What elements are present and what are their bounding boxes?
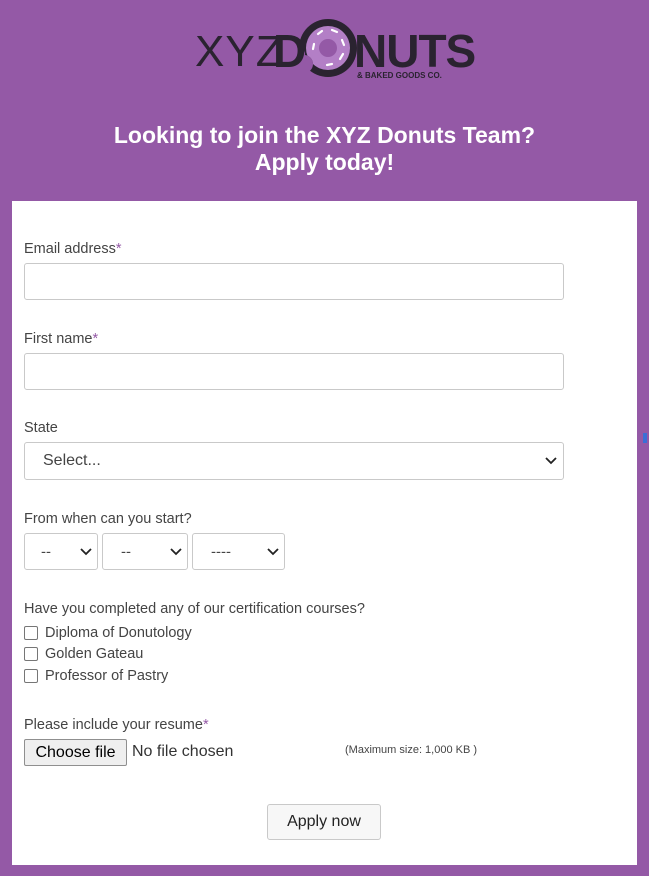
state-select-value: Select... — [43, 452, 101, 469]
certification-option-label: Professor of Pastry — [45, 668, 169, 684]
donut-icon — [299, 19, 357, 77]
chevron-down-icon — [170, 547, 182, 555]
choose-file-button[interactable]: Choose file — [24, 739, 127, 766]
logo-nuts-text: NUTS — [354, 25, 476, 77]
resume-label-text: Please include your resume — [24, 717, 203, 733]
first-name-label-text: First name — [24, 331, 93, 347]
company-logo: XYZ D NUTS & BAKED GOODS CO. — [195, 16, 476, 82]
start-day-value: -- — [41, 543, 51, 560]
application-form: Email address* First name* State Select.… — [12, 201, 637, 865]
resume-required-mark: * — [202, 717, 209, 733]
checkbox[interactable] — [24, 626, 38, 640]
email-label-text: Email address — [24, 241, 116, 257]
resume-label: Please include your resume* — [24, 717, 209, 733]
certification-option-golden-gateau[interactable]: Golden Gateau — [24, 645, 143, 663]
file-status-text: No file chosen — [132, 743, 234, 760]
first-name-label: First name* — [24, 331, 98, 347]
edge-marker — [643, 433, 647, 443]
start-year-select[interactable]: ---- — [192, 533, 285, 570]
state-label: State — [24, 420, 58, 436]
chevron-down-icon — [545, 457, 557, 465]
start-year-value: ---- — [211, 543, 231, 560]
logo-tagline: & BAKED GOODS CO. — [357, 71, 442, 80]
start-day-select[interactable]: -- — [24, 533, 98, 570]
state-select[interactable]: Select... — [24, 442, 564, 480]
start-date-label: From when can you start? — [24, 511, 192, 527]
start-month-value: -- — [121, 543, 131, 560]
first-name-required-mark: * — [92, 331, 99, 347]
chevron-down-icon — [267, 547, 279, 555]
certification-label: Have you completed any of our certificat… — [24, 601, 365, 617]
email-input[interactable] — [24, 263, 564, 300]
certification-option-label: Diploma of Donutology — [45, 625, 192, 641]
max-size-note: (Maximum size: 1,000 KB ) — [345, 744, 478, 756]
email-label: Email address* — [24, 241, 122, 257]
first-name-input[interactable] — [24, 353, 564, 390]
start-month-select[interactable]: -- — [102, 533, 188, 570]
certification-option-label: Golden Gateau — [45, 646, 144, 662]
page-headline: Looking to join the XYZ Donuts Team? App… — [0, 122, 649, 176]
chevron-down-icon — [80, 547, 92, 555]
apply-now-button[interactable]: Apply now — [267, 804, 381, 840]
headline-line-1: Looking to join the XYZ Donuts Team? — [113, 122, 536, 148]
certification-option-pastry[interactable]: Professor of Pastry — [24, 667, 168, 685]
certification-option-donutology[interactable]: Diploma of Donutology — [24, 624, 192, 642]
checkbox[interactable] — [24, 647, 38, 661]
logo-xyz-text: XYZ — [195, 27, 284, 76]
email-required-mark: * — [115, 241, 122, 257]
checkbox[interactable] — [24, 669, 38, 683]
headline-line-2: Apply today! — [254, 149, 395, 175]
